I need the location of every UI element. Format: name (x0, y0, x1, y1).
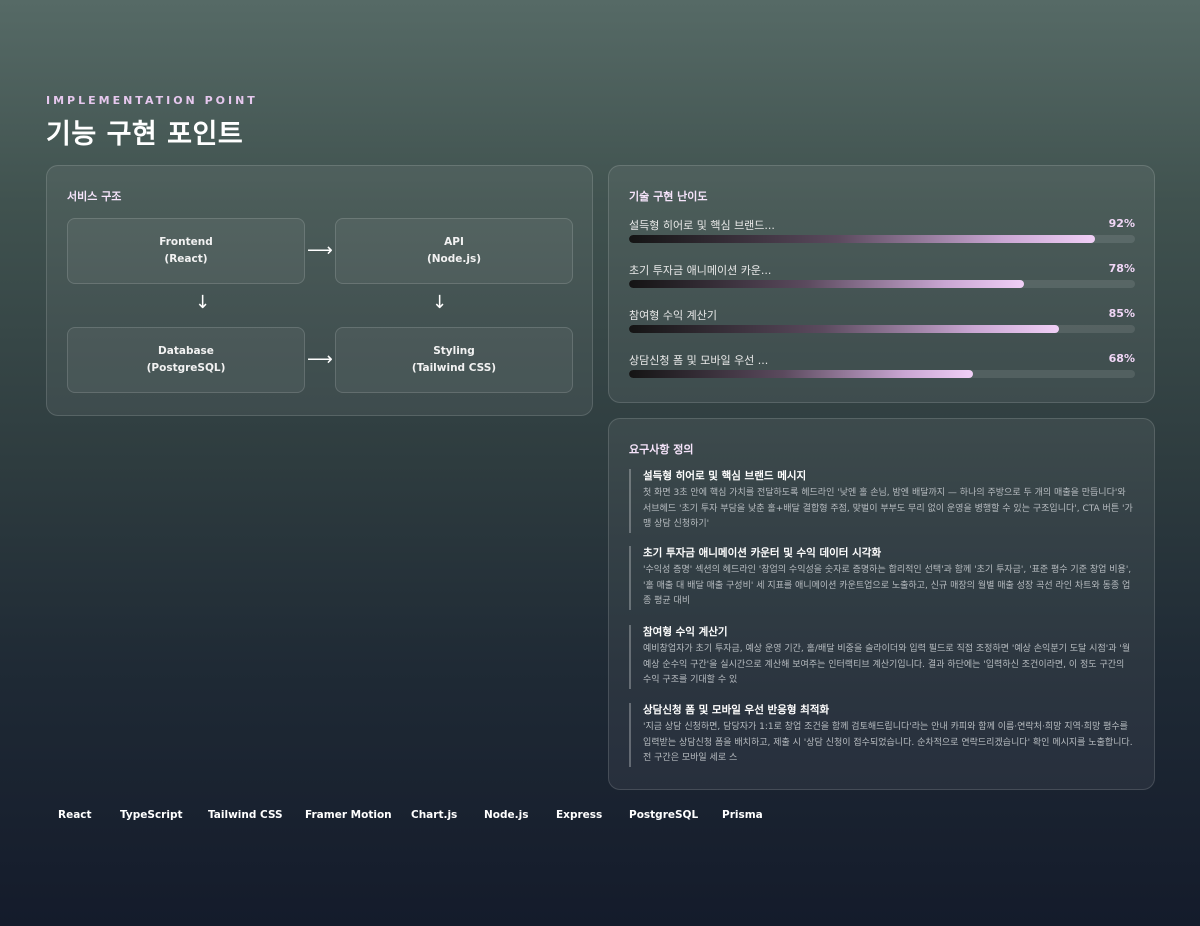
difficulty-item: 설득형 히어로 및 핵심 브랜드... 92% (629, 217, 1135, 257)
node-tech: (Tailwind CSS) (411, 362, 497, 374)
arrow-down-icon: ↓ (432, 292, 448, 313)
difficulty-item: 초기 투자금 애니메이션 카운... 78% (629, 262, 1135, 302)
difficulty-percent: 92% (1108, 217, 1135, 230)
difficulty-percent: 68% (1108, 352, 1135, 365)
requirement-item: 초기 투자금 애니메이션 카운터 및 수익 데이터 시각화 '수익성 증명' 섹… (629, 546, 1135, 611)
tech-stack-item: TypeScript (120, 809, 183, 821)
arch-node-frontend: Frontend (React) (67, 218, 305, 284)
requirement-title: 참여형 수익 계산기 (643, 626, 728, 638)
node-tech: (React) (164, 253, 208, 265)
requirement-description: 예비창업자가 초기 투자금, 예상 운영 기간, 홀/배달 비중을 슬라이더와 … (643, 644, 1131, 686)
difficulty-label: 초기 투자금 애니메이션 카운... (629, 264, 772, 277)
difficulty-percent: 85% (1108, 307, 1135, 320)
tech-stack-item: Chart.js (411, 809, 458, 821)
section-eyebrow: IMPLEMENTATION POINT (46, 94, 258, 107)
arch-node-api: API (Node.js) (335, 218, 573, 284)
arch-node-styling: Styling (Tailwind CSS) (335, 327, 573, 393)
progress-fill (629, 280, 1024, 288)
progress-track (629, 370, 1135, 378)
difficulty-label: 설득형 히어로 및 핵심 브랜드... (629, 219, 775, 232)
progress-track (629, 280, 1135, 288)
panel-title: 기술 구현 난이도 (629, 190, 708, 203)
service-architecture-panel: 서비스 구조 Frontend (React) API (Node.js) Da… (46, 165, 593, 416)
progress-fill (629, 325, 1060, 333)
tech-stack-item: Framer Motion (305, 809, 392, 821)
requirement-description: 첫 화면 3초 안에 핵심 가치를 전달하도록 헤드라인 '낮엔 홀 손님, 밤… (643, 488, 1133, 530)
node-name: API (444, 236, 464, 248)
node-name: Styling (433, 345, 475, 357)
difficulty-item: 상담신청 폼 및 모바일 우선 ... 68% (629, 352, 1135, 392)
arch-node-database: Database (PostgreSQL) (67, 327, 305, 393)
tech-stack-item: Prisma (722, 809, 763, 821)
panel-title: 서비스 구조 (67, 190, 122, 203)
tech-stack-item: Node.js (484, 809, 529, 821)
tech-stack-item: React (58, 809, 92, 821)
requirement-title: 설득형 히어로 및 핵심 브랜드 메시지 (643, 470, 807, 482)
difficulty-label: 상담신청 폼 및 모바일 우선 ... (629, 354, 769, 367)
progress-fill (629, 370, 974, 378)
progress-track (629, 325, 1135, 333)
tech-stack-item: PostgreSQL (629, 809, 699, 821)
node-tech: (Node.js) (426, 253, 482, 265)
tech-difficulty-panel: 기술 구현 난이도 설득형 히어로 및 핵심 브랜드... 92% 초기 투자금… (608, 165, 1155, 403)
requirement-title: 초기 투자금 애니메이션 카운터 및 수익 데이터 시각화 (643, 547, 882, 559)
node-name: Frontend (159, 236, 213, 248)
arrow-down-icon: ↓ (195, 292, 211, 313)
requirement-title: 상담신청 폼 및 모바일 우선 반응형 최적화 (643, 704, 830, 716)
tech-stack-item: Express (556, 809, 603, 821)
node-tech: (PostgreSQL) (146, 362, 226, 374)
arrow-right-icon: ⟶ (307, 240, 333, 261)
requirement-description: '수익성 증명' 섹션의 헤드라인 '창업의 수익성을 숫자로 증명하는 합리적… (643, 565, 1132, 607)
requirement-item: 설득형 히어로 및 핵심 브랜드 메시지 첫 화면 3초 안에 핵심 가치를 전… (629, 469, 1135, 534)
node-name: Database (158, 345, 214, 357)
requirement-item: 상담신청 폼 및 모바일 우선 반응형 최적화 '지금 상담 신청하면, 담당자… (629, 703, 1135, 768)
difficulty-label: 참여형 수익 계산기 (629, 309, 717, 322)
page-title: 기능 구현 포인트 (46, 119, 244, 150)
difficulty-item: 참여형 수익 계산기 85% (629, 307, 1135, 347)
requirement-item: 참여형 수익 계산기 예비창업자가 초기 투자금, 예상 운영 기간, 홀/배달… (629, 625, 1135, 690)
arrow-right-icon: ⟶ (307, 349, 333, 370)
requirements-panel: 요구사항 정의 설득형 히어로 및 핵심 브랜드 메시지 첫 화면 3초 안에 … (608, 418, 1155, 790)
difficulty-percent: 78% (1108, 262, 1135, 275)
progress-track (629, 235, 1135, 243)
requirement-description: '지금 상담 신청하면, 담당자가 1:1로 창업 조건을 함께 검토해드립니다… (643, 722, 1133, 764)
tech-stack-item: Tailwind CSS (208, 809, 283, 821)
progress-fill (629, 235, 1095, 243)
panel-title: 요구사항 정의 (629, 443, 694, 456)
